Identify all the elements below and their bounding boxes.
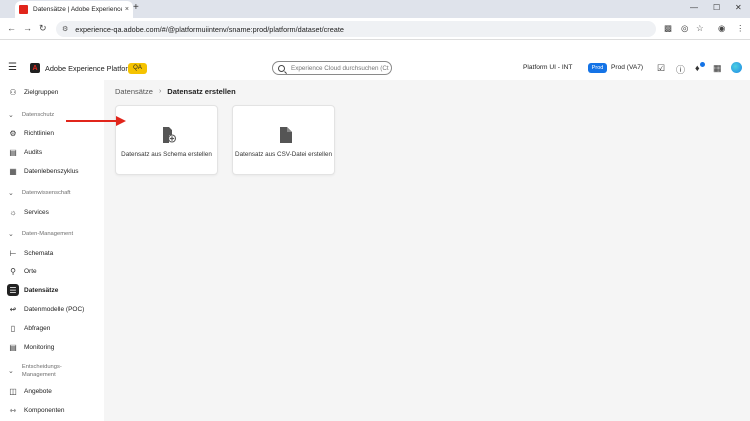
sandbox-name[interactable]: Prod (VA7) (611, 64, 643, 71)
maximize-icon[interactable]: ☐ (713, 3, 720, 12)
sidebar-item-services[interactable]: ☼ Services (0, 204, 104, 220)
url-field[interactable]: ⚙ experience-qa.adobe.com/#/@platformuii… (56, 21, 656, 37)
sidebar: ⚇ Zielgruppen ⌄ Datenschutz ⚙ Richtlinie… (0, 80, 104, 421)
org-switcher[interactable]: Platform UI - INT (523, 64, 572, 71)
services-icon: ☼ (9, 207, 17, 217)
schema-icon: ⊢ (9, 248, 17, 258)
app-name: Adobe Experience Platform (45, 64, 134, 73)
eye-off-icon[interactable]: ◎ (681, 23, 688, 34)
sidebar-item-audits[interactable]: ▤ Audits (0, 144, 104, 160)
tab-close-icon[interactable]: × (125, 6, 129, 13)
search-icon (278, 64, 285, 72)
url-text: experience-qa.adobe.com/#/@platformuiint… (75, 24, 344, 34)
sidebar-item-schemata[interactable]: ⊢ Schemata (0, 245, 104, 261)
prod-badge[interactable]: Prod (588, 63, 607, 73)
browser-tab-bar: Datensätze | Adobe Experience × + — ☐ ✕ (0, 0, 750, 18)
card-label: Datensatz aus CSV-Datei erstellen (235, 151, 332, 158)
components-icon: ⇿ (9, 405, 17, 415)
policy-icon: ⚙ (9, 128, 17, 138)
minimize-icon[interactable]: — (690, 3, 698, 12)
sidebar-item-abfragen[interactable]: ▯ Abfragen (0, 320, 104, 336)
lifecycle-icon: ▦ (9, 166, 17, 176)
notifications-bell-icon[interactable]: ♦ (695, 63, 700, 73)
sidebar-item-komponenten[interactable]: ⇿ Komponenten (0, 402, 104, 418)
browser-menu-icon[interactable]: ⋮ (736, 23, 745, 34)
back-icon[interactable]: ← (7, 23, 16, 33)
sidebar-section-datenwissenschaft[interactable]: ⌄ Datenwissenschaft (0, 189, 104, 197)
sidebar-item-monitoring[interactable]: ▤ Monitoring (0, 339, 104, 355)
adobe-logo-icon: A (30, 63, 40, 73)
breadcrumb: Datensätze › Datensatz erstellen (115, 87, 236, 96)
search-input[interactable] (291, 64, 389, 72)
notification-dot (700, 62, 705, 67)
annotation-arrow-icon (66, 116, 126, 126)
close-window-icon[interactable]: ✕ (735, 3, 742, 12)
sidebar-item-datensaetze[interactable]: ☰ Datensätze (0, 282, 104, 298)
card-label: Datensatz aus Schema erstellen (121, 151, 212, 158)
browser-tab[interactable]: Datensätze | Adobe Experience × (15, 1, 133, 18)
sidebar-item-zielgruppen[interactable]: ⚇ Zielgruppen (0, 84, 104, 100)
app-header: ☰ A Adobe Experience Platform QA Platfor… (0, 56, 750, 80)
file-icon (280, 127, 292, 143)
chevron-down-icon: ⌄ (8, 231, 14, 238)
chevron-down-icon: ⌄ (8, 112, 14, 119)
datamodel-icon: ↫ (9, 304, 17, 314)
site-info-icon[interactable]: ⚙ (62, 25, 68, 33)
dataset-icon: ☰ (7, 284, 19, 296)
hamburger-menu-icon[interactable]: ☰ (8, 62, 17, 73)
forward-icon[interactable]: → (23, 23, 32, 33)
profile-icon[interactable]: ◉ (718, 23, 725, 34)
translate-icon[interactable]: ▩ (664, 23, 672, 34)
avatar[interactable] (731, 62, 742, 73)
monitoring-icon: ▤ (9, 342, 17, 352)
create-from-schema-card[interactable]: Datensatz aus Schema erstellen (115, 105, 218, 175)
audit-icon: ▤ (9, 147, 17, 157)
env-badge: QA (128, 63, 147, 74)
query-icon: ▯ (10, 323, 16, 333)
sidebar-section-daten-management[interactable]: ⌄ Daten-Management (0, 230, 104, 238)
audience-icon: ⚇ (9, 87, 17, 97)
sidebar-section-entscheidungs-management[interactable]: ⌄ Entscheidungs-Management (0, 363, 104, 379)
page-title: Datensatz erstellen (167, 87, 236, 96)
create-from-csv-card[interactable]: Datensatz aus CSV-Datei erstellen (232, 105, 335, 175)
sidebar-item-angebote[interactable]: ◫ Angebote (0, 383, 104, 399)
address-bar: ← → ↻ ⚙ experience-qa.adobe.com/#/@platf… (0, 18, 750, 40)
sidebar-item-datenlebenszyklus[interactable]: ▦ Datenlebenszyklus (0, 163, 104, 179)
help-icon[interactable]: ⓘ (676, 63, 685, 76)
new-tab-button[interactable]: + (133, 2, 139, 13)
offers-icon: ◫ (9, 386, 17, 396)
bookmark-star-icon[interactable]: ☆ (696, 23, 704, 34)
chevron-down-icon: ⌄ (8, 190, 14, 197)
feedback-icon[interactable]: ☑ (657, 63, 665, 74)
chevron-right-icon: › (158, 88, 162, 95)
adobe-favicon-icon (19, 5, 28, 14)
location-icon: ⚲ (10, 266, 16, 276)
sidebar-item-datenmodelle[interactable]: ↫ Datenmodelle (POC) (0, 301, 104, 317)
main-content: Datensätze › Datensatz erstellen Datensa… (104, 80, 750, 421)
tab-title: Datensätze | Adobe Experience (33, 6, 122, 13)
chevron-down-icon: ⌄ (8, 368, 14, 375)
reload-icon[interactable]: ↻ (39, 23, 47, 34)
schema-add-icon (163, 127, 176, 143)
global-search[interactable] (272, 61, 392, 75)
sidebar-item-orte[interactable]: ⚲ Orte (0, 263, 104, 279)
app-grid-icon[interactable]: ▦ (713, 63, 722, 74)
breadcrumb-datensaetze-link[interactable]: Datensätze (115, 87, 153, 96)
